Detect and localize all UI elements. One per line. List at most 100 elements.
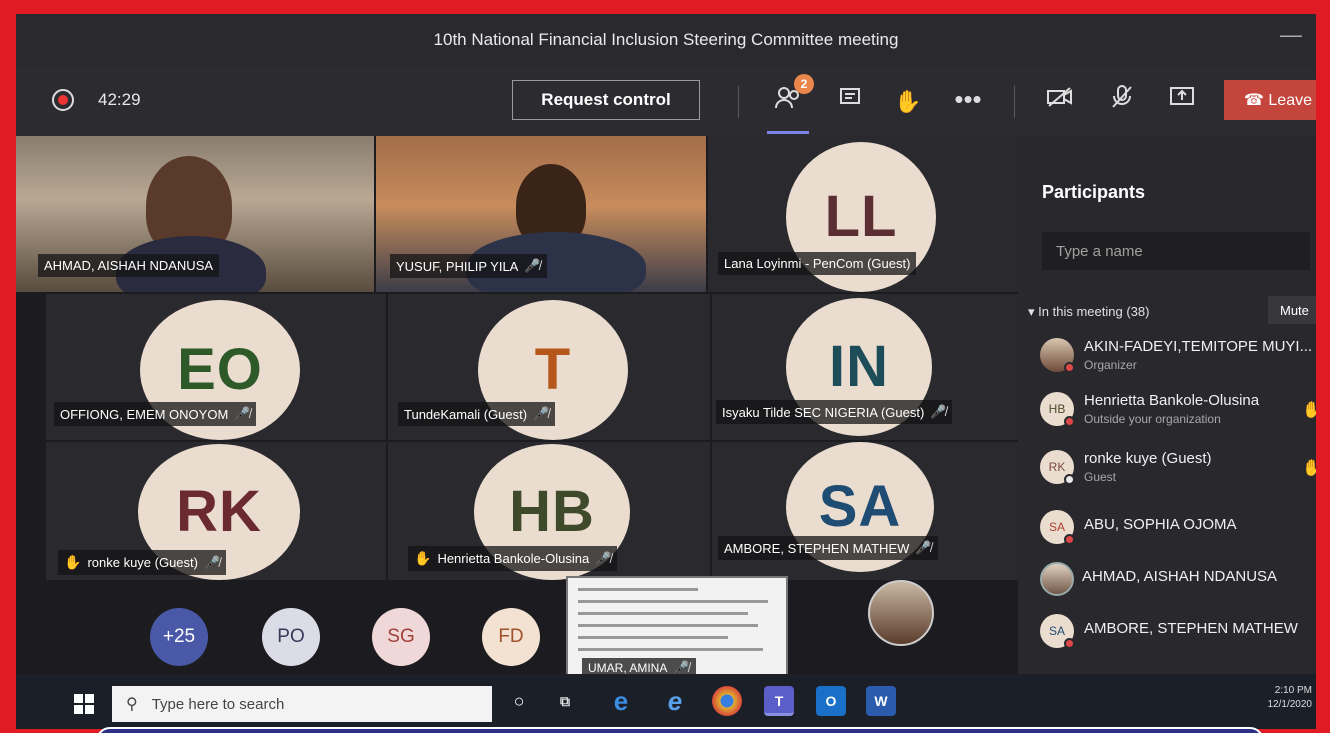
participant-search-input[interactable]	[1042, 232, 1310, 270]
chat-icon[interactable]	[832, 84, 868, 120]
participant-row[interactable]: AHMAD, AISHAH NDANUSA	[1036, 558, 1316, 602]
video-tile-offiong[interactable]: EO OFFIONG, EMEM ONOYOM 🎤̸	[46, 294, 386, 440]
search-icon: ⚲	[126, 696, 138, 713]
avatar-sg[interactable]: SG	[372, 608, 430, 666]
tile-name: ronke kuye (Guest)	[87, 555, 198, 570]
document-line	[578, 588, 698, 591]
task-view-icon[interactable]: ⧉	[550, 686, 580, 716]
tile-name: OFFIONG, EMEM ONOYOM	[60, 406, 229, 422]
raise-hand-icon[interactable]: ✋	[890, 84, 926, 120]
clock-date: 12/1/2020	[1267, 699, 1313, 710]
video-tile-ahmad[interactable]: AHMAD, AISHAH NDANUSA	[16, 136, 374, 292]
video-tile-ronke[interactable]: RK ✋ ronke kuye (Guest) 🎤̸	[46, 442, 386, 580]
tile-name-label: OFFIONG, EMEM ONOYOM 🎤̸	[54, 402, 257, 426]
tile-name-label: ✋ ronke kuye (Guest) 🎤̸	[58, 550, 227, 575]
section-header[interactable]: ▾ In this meeting (38)	[1028, 304, 1149, 320]
internet-explorer-icon[interactable]: e	[660, 686, 690, 716]
request-control-button[interactable]: Request control	[512, 80, 700, 120]
cortana-icon[interactable]: ○	[504, 686, 534, 716]
mic-off-icon: 🎤̸	[533, 406, 550, 421]
more-options-icon[interactable]: •••	[950, 84, 986, 120]
teams-icon[interactable]: T	[764, 686, 794, 716]
bottom-banner	[96, 727, 1264, 733]
status-indicator	[1064, 638, 1075, 649]
mic-off-icon: 🎤̸	[524, 258, 541, 273]
document-line	[578, 648, 763, 651]
meeting-title: 10th National Financial Inclusion Steeri…	[433, 30, 899, 49]
mute-all-button[interactable]: Mute	[1268, 296, 1316, 324]
tile-name: Lana Loyinmi - PenCom (Guest)	[724, 256, 911, 271]
status-indicator	[1064, 362, 1075, 373]
tile-name: UMAR, AMINA	[588, 661, 668, 675]
raised-hand-icon: ✋	[64, 554, 82, 570]
leave-label: Leave	[1268, 92, 1312, 109]
avatar	[1040, 562, 1074, 596]
panel-title: Participants	[1042, 182, 1146, 202]
screen-share-tile[interactable]: UMAR, AMINA 🎤̸	[566, 576, 788, 686]
chevron-down-icon: ▾	[1028, 304, 1035, 319]
avatar-po[interactable]: PO	[262, 608, 320, 666]
participant-row[interactable]: HB Henrietta Bankole-Olusina Outside you…	[1036, 388, 1316, 432]
participant-row[interactable]: AKIN-FADEYI,TEMITOPE MUYI... Organizer	[1036, 334, 1316, 378]
tile-name-label: Lana Loyinmi - PenCom (Guest)	[718, 252, 917, 275]
avatar-fd[interactable]: FD	[482, 608, 540, 666]
video-tile-lana[interactable]: LL Lana Loyinmi - PenCom (Guest)	[708, 136, 1018, 292]
participant-row[interactable]: RK ronke kuye (Guest) Guest ✋	[1036, 446, 1316, 490]
video-tile-yusuf[interactable]: YUSUF, PHILIP YILA 🎤̸	[376, 136, 706, 292]
leave-button[interactable]: ☎ Leave	[1224, 80, 1316, 120]
raised-hand-icon: ✋	[1302, 402, 1316, 419]
people-badge: 2	[794, 74, 814, 94]
participant-row[interactable]: SA ABU, SOPHIA OJOMA	[1036, 506, 1316, 550]
outlook-icon[interactable]: O	[816, 686, 846, 716]
system-clock[interactable]: 2:10 PM 12/1/2020	[1268, 684, 1313, 712]
document-line	[578, 624, 758, 627]
status-indicator	[1064, 474, 1075, 485]
mic-off-icon: 🎤̸	[234, 406, 251, 421]
tile-name: TundeKamali (Guest)	[404, 406, 528, 422]
raised-hand-icon: ✋	[414, 550, 432, 566]
tile-name: AMBORE, STEPHEN MATHEW	[724, 540, 910, 556]
windows-taskbar: ⚲ Type here to search ○ ⧉ e e T O W 2:10…	[16, 674, 1316, 729]
video-tile-henrietta[interactable]: HB ✋ Henrietta Bankole-Olusina 🎤̸	[388, 442, 710, 580]
self-video-avatar[interactable]	[868, 580, 934, 646]
search-placeholder: Type here to search	[151, 695, 285, 713]
document-line	[578, 600, 768, 603]
tile-name-label: TundeKamali (Guest) 🎤̸	[398, 402, 556, 426]
tile-name-label: AHMAD, AISHAH NDANUSA	[38, 254, 220, 277]
toolbar-divider	[738, 86, 739, 118]
participant-role: Organizer	[1084, 358, 1137, 372]
share-screen-icon[interactable]	[1164, 84, 1200, 120]
video-tile-ambore[interactable]: SA AMBORE, STEPHEN MATHEW 🎤̸	[712, 442, 1018, 580]
participant-row[interactable]: SA AMBORE, STEPHEN MATHEW	[1036, 610, 1316, 654]
windows-start-icon[interactable]	[74, 694, 94, 714]
tile-name: Isyaku Tilde SEC NIGERIA (Guest)	[722, 404, 925, 420]
status-indicator	[1064, 534, 1075, 545]
tile-name-label: AMBORE, STEPHEN MATHEW 🎤̸	[718, 536, 938, 560]
participant-name: ABU, SOPHIA OJOMA	[1084, 516, 1237, 533]
video-tile-isyaku[interactable]: IN Isyaku Tilde SEC NIGERIA (Guest) 🎤̸	[712, 294, 1018, 440]
tile-name-label: ✋ Henrietta Bankole-Olusina 🎤̸	[408, 546, 618, 571]
participant-name: AKIN-FADEYI,TEMITOPE MUYI...	[1084, 338, 1313, 355]
participants-panel: Participants ▾ In this meeting (38) Mute…	[1018, 136, 1316, 674]
teams-window: 10th National Financial Inclusion Steeri…	[16, 14, 1316, 729]
clock-time: 2:10 PM	[1274, 685, 1312, 696]
more-participants-button[interactable]: +25	[150, 608, 208, 666]
participant-name: AHMAD, AISHAH NDANUSA	[1082, 568, 1278, 585]
word-icon[interactable]: W	[866, 686, 896, 716]
mic-off-icon: 🎤̸	[203, 554, 221, 570]
participant-name: Henrietta Bankole-Olusina	[1084, 392, 1260, 409]
taskbar-search-box[interactable]: ⚲ Type here to search	[112, 686, 492, 722]
chrome-icon[interactable]	[712, 686, 742, 716]
edge-icon[interactable]: e	[606, 686, 636, 716]
tile-name-label: YUSUF, PHILIP YILA 🎤̸	[390, 254, 547, 278]
phone-hangup-icon: ☎	[1244, 92, 1264, 109]
camera-off-icon[interactable]	[1042, 84, 1078, 120]
minimize-icon[interactable]: —	[1280, 22, 1302, 48]
mic-off-icon: 🎤̸	[930, 404, 947, 419]
mic-off-icon[interactable]	[1104, 84, 1140, 120]
video-grid: AHMAD, AISHAH NDANUSA YUSUF, PHILIP YILA…	[16, 136, 1018, 686]
tile-name-label: Isyaku Tilde SEC NIGERIA (Guest) 🎤̸	[716, 400, 953, 424]
participant-name: AMBORE, STEPHEN MATHEW	[1084, 620, 1298, 637]
video-tile-tunde[interactable]: T TundeKamali (Guest) 🎤̸	[388, 294, 710, 440]
status-indicator	[1064, 416, 1075, 427]
